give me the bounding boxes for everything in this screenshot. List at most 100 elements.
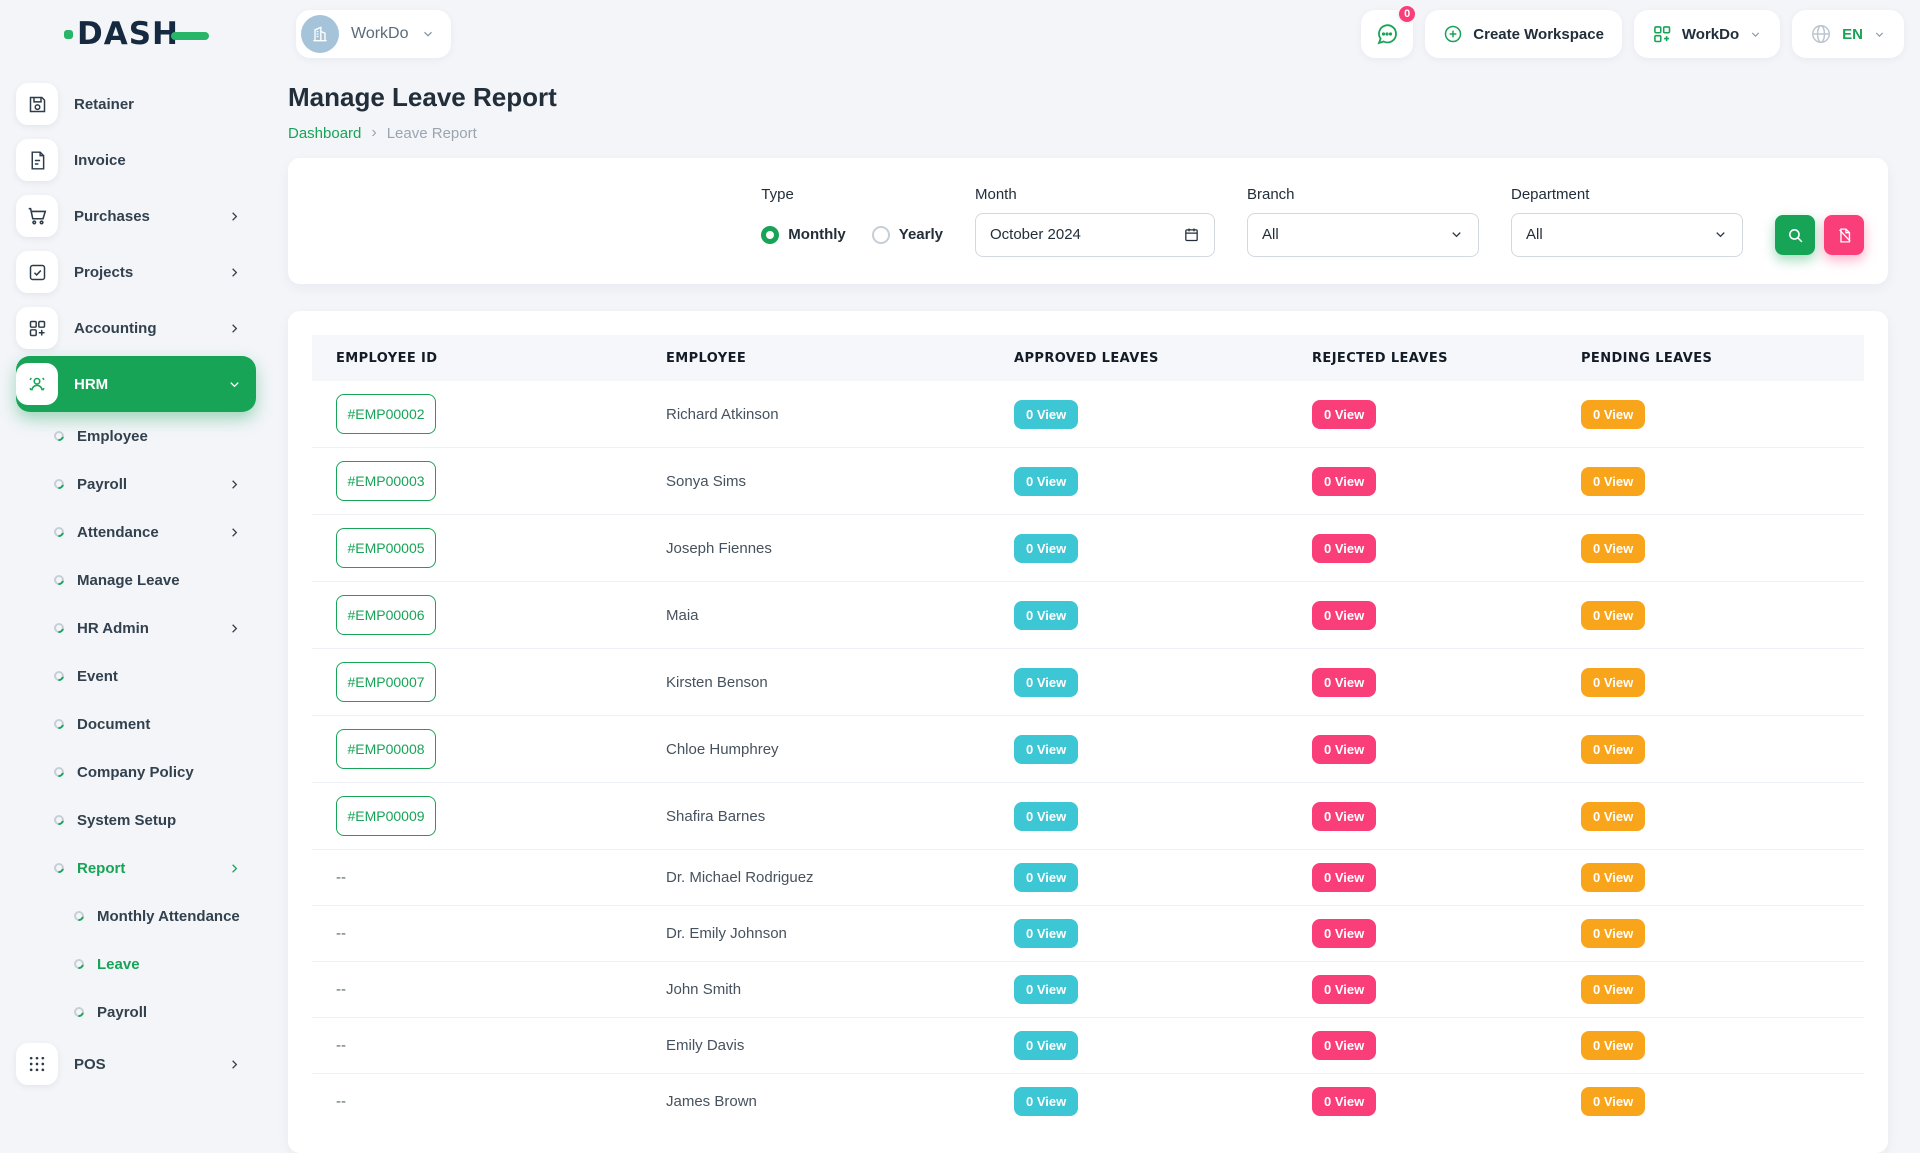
approved-leaves-view-button[interactable]: 0 View [1014,601,1078,630]
rejected-leaves-view-button[interactable]: 0 View [1312,467,1376,496]
branch-filter-group: Branch All [1247,186,1479,257]
approved-leaves-view-button[interactable]: 0 View [1014,534,1078,563]
sidebar-item-projects[interactable]: Projects [16,244,256,300]
breadcrumb-dashboard-link[interactable]: Dashboard [288,125,361,142]
workspace-selector[interactable]: WorkDo [296,10,451,58]
search-button[interactable] [1775,215,1815,255]
pending-leaves-view-button[interactable]: 0 View [1581,919,1645,948]
sidebar-subitem-manage-leave[interactable]: Manage Leave [16,556,256,604]
approved-leaves-view-button[interactable]: 0 View [1014,863,1078,892]
globe-icon [1810,23,1832,45]
sidebar-item-accounting[interactable]: Accounting [16,300,256,356]
table-row: --James Brown0 View0 View0 View [312,1074,1864,1130]
filter-card: Type Monthly Yearly Month October 2024 [288,158,1888,284]
employee-id-badge[interactable]: #EMP00002 [336,394,436,434]
approved-leaves-view-button[interactable]: 0 View [1014,400,1078,429]
table-row: --Dr. Emily Johnson0 View0 View0 View [312,906,1864,962]
rejected-leaves-view-button[interactable]: 0 View [1312,534,1376,563]
pending-leaves-view-button[interactable]: 0 View [1581,1031,1645,1060]
sidebar-subitem-label: Payroll [97,1004,242,1021]
approved-leaves-view-button[interactable]: 0 View [1014,735,1078,764]
sidebar-item-purchases[interactable]: Purchases [16,188,256,244]
approved-leaves-view-button[interactable]: 0 View [1014,467,1078,496]
chevron-right-icon [227,1057,242,1072]
reset-filter-button[interactable] [1824,215,1864,255]
sidebar-item-hrm[interactable]: HRM [16,356,256,412]
rejected-leaves-view-button[interactable]: 0 View [1312,735,1376,764]
month-filter-group: Month October 2024 [975,186,1215,257]
rejected-leaves-view-button[interactable]: 0 View [1312,919,1376,948]
sidebar-subitem-leave[interactable]: Leave [16,940,256,988]
workspace-dropdown[interactable]: WorkDo [1634,10,1780,58]
table-row: #EMP00005Joseph Fiennes0 View0 View0 Vie… [312,515,1864,582]
department-select[interactable]: All [1511,213,1743,257]
sidebar-subitem-payroll[interactable]: Payroll [16,988,256,1036]
sidebar-subitem-system-setup[interactable]: System Setup [16,796,256,844]
sidebar: RetainerInvoice Purchases ProjectsAccounti… [0,58,256,1092]
rejected-leaves-view-button[interactable]: 0 View [1312,1031,1376,1060]
sidebar-subitem-document[interactable]: Document [16,700,256,748]
employee-id-badge[interactable]: #EMP00007 [336,662,436,702]
pending-leaves-view-button[interactable]: 0 View [1581,534,1645,563]
radio-unchecked-icon[interactable] [872,226,890,244]
pending-leaves-view-button[interactable]: 0 View [1581,400,1645,429]
sidebar-subitem-hr-admin[interactable]: HR Admin [16,604,256,652]
approved-leaves-view-button[interactable]: 0 View [1014,919,1078,948]
bullet-icon [72,1005,86,1019]
department-filter-group: Department All [1511,186,1743,257]
pending-leaves-view-button[interactable]: 0 View [1581,735,1645,764]
employee-id-badge[interactable]: #EMP00006 [336,595,436,635]
approved-leaves-view-button[interactable]: 0 View [1014,1087,1078,1116]
employee-id-badge[interactable]: #EMP00008 [336,729,436,769]
rejected-leaves-view-button[interactable]: 0 View [1312,400,1376,429]
pending-leaves-view-button[interactable]: 0 View [1581,975,1645,1004]
approved-leaves-view-button[interactable]: 0 View [1014,668,1078,697]
employee-id-badge[interactable]: #EMP00005 [336,528,436,568]
rejected-leaves-view-button[interactable]: 0 View [1312,802,1376,831]
sidebar-subitem-report[interactable]: Report [16,844,256,892]
pending-leaves-view-button[interactable]: 0 View [1581,668,1645,697]
pending-leaves-view-button[interactable]: 0 View [1581,601,1645,630]
department-label: Department [1511,186,1743,203]
rejected-leaves-view-button[interactable]: 0 View [1312,1087,1376,1116]
pending-leaves-view-button[interactable]: 0 View [1581,1087,1645,1116]
sidebar-item-pos[interactable]: POS [16,1036,256,1092]
building-icon [310,24,330,44]
sidebar-subitem-payroll[interactable]: Payroll [16,460,256,508]
employee-name: Sonya Sims [666,473,746,490]
sidebar-item-label: Purchases [74,208,211,225]
employee-id-badge[interactable]: #EMP00003 [336,461,436,501]
pending-leaves-view-button[interactable]: 0 View [1581,802,1645,831]
pending-leaves-view-button[interactable]: 0 View [1581,863,1645,892]
messages-button[interactable]: 0 [1361,10,1413,58]
language-code: EN [1842,26,1863,43]
create-workspace-button[interactable]: Create Workspace [1425,10,1622,58]
sidebar-subitem-attendance[interactable]: Attendance [16,508,256,556]
approved-leaves-view-button[interactable]: 0 View [1014,802,1078,831]
approved-leaves-view-button[interactable]: 0 View [1014,1031,1078,1060]
sidebar-subitem-company-policy[interactable]: Company Policy [16,748,256,796]
pending-leaves-view-button[interactable]: 0 View [1581,467,1645,496]
table-row: --Dr. Michael Rodriguez0 View0 View0 Vie… [312,850,1864,906]
sidebar-subitem-monthly-attendance[interactable]: Monthly Attendance [16,892,256,940]
radio-checked-icon[interactable] [761,226,779,244]
radio-yearly[interactable]: Yearly [872,226,943,244]
bullet-icon [52,765,66,779]
month-input[interactable]: October 2024 [975,213,1215,257]
sidebar-item-retainer[interactable]: Retainer [16,76,256,132]
sidebar-subitem-event[interactable]: Event [16,652,256,700]
sidebar-subitem-employee[interactable]: Employee [16,412,256,460]
language-selector[interactable]: EN [1792,10,1904,58]
rejected-leaves-view-button[interactable]: 0 View [1312,668,1376,697]
radio-monthly[interactable]: Monthly [761,226,846,244]
table-row: #EMP00009Shafira Barnes0 View0 View0 Vie… [312,783,1864,850]
employee-id-badge[interactable]: #EMP00009 [336,796,436,836]
approved-leaves-view-button[interactable]: 0 View [1014,975,1078,1004]
employee-name: James Brown [666,1093,757,1110]
workspace-avatar [301,15,339,53]
rejected-leaves-view-button[interactable]: 0 View [1312,601,1376,630]
rejected-leaves-view-button[interactable]: 0 View [1312,863,1376,892]
sidebar-item-invoice[interactable]: Invoice [16,132,256,188]
branch-select[interactable]: All [1247,213,1479,257]
rejected-leaves-view-button[interactable]: 0 View [1312,975,1376,1004]
